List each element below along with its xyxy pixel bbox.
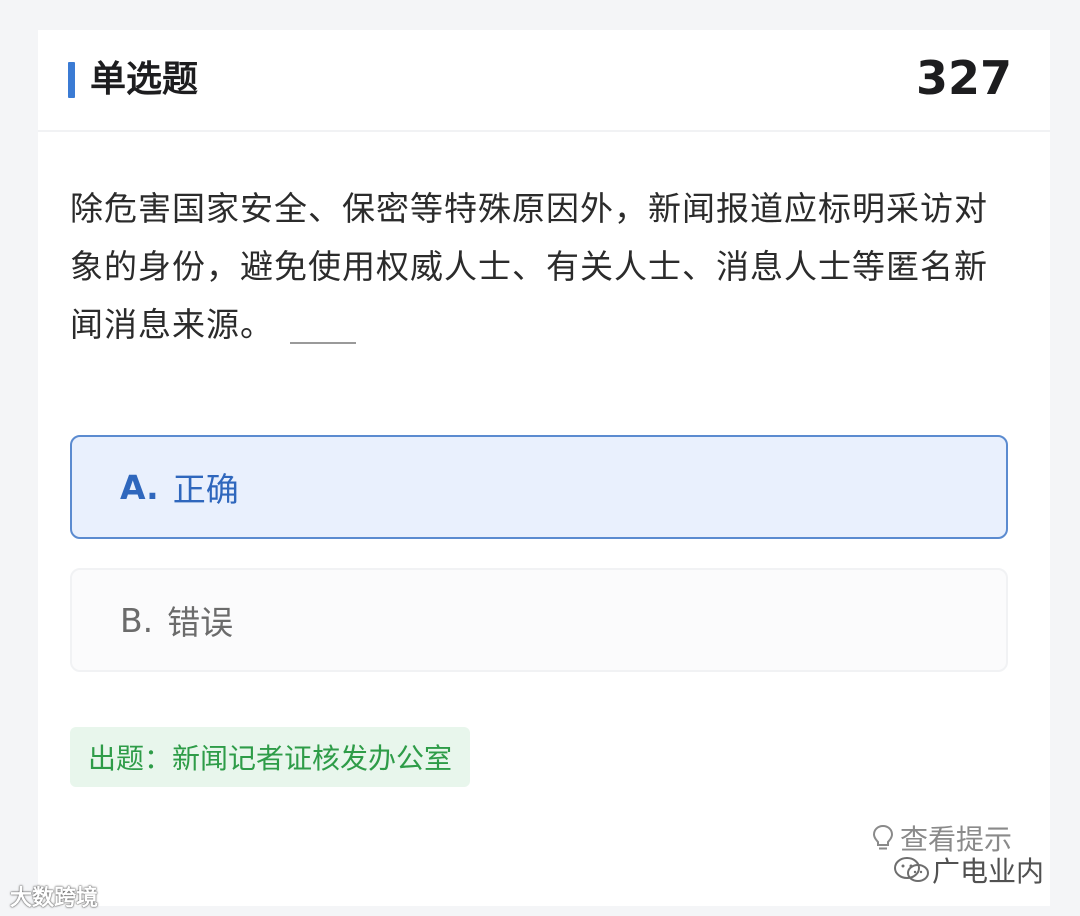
option-label: 正确 [172, 470, 239, 509]
option-label: 错误 [167, 603, 234, 642]
option-letter: A. [120, 467, 159, 507]
watermark-left: 大数跨境 [10, 880, 98, 912]
watermark-right-text: 广电业内 [931, 855, 1044, 888]
card-header: 单选题 327 [38, 30, 1050, 132]
question-number: 327 [915, 51, 1012, 105]
question-type-title: 单选题 [90, 59, 199, 100]
wechat-icon [893, 857, 929, 882]
question-text-block: 除危害国家安全、保密等特殊原因外，新闻报道应标明采访对象的身份，避免使用权威人士… [70, 180, 1020, 354]
question-text: 除危害国家安全、保密等特殊原因外，新闻报道应标明采访对象的身份，避免使用权威人士… [70, 189, 988, 344]
question-card: 单选题 327 除危害国家安全、保密等特殊原因外，新闻报道应标明采访对象的身份，… [38, 30, 1050, 906]
option-letter: B. [120, 600, 154, 640]
accent-bar [68, 62, 75, 98]
lightbulb-icon [872, 824, 893, 850]
option-a[interactable]: A. 正确 [70, 435, 1008, 539]
source-badge: 出题：新闻记者证核发办公室 [70, 727, 471, 787]
option-b[interactable]: B. 错误 [70, 568, 1008, 672]
watermark-left-text: 大数跨境 [10, 886, 99, 911]
answer-blank [290, 310, 356, 344]
watermark-right: 广电业内 [892, 850, 1044, 890]
